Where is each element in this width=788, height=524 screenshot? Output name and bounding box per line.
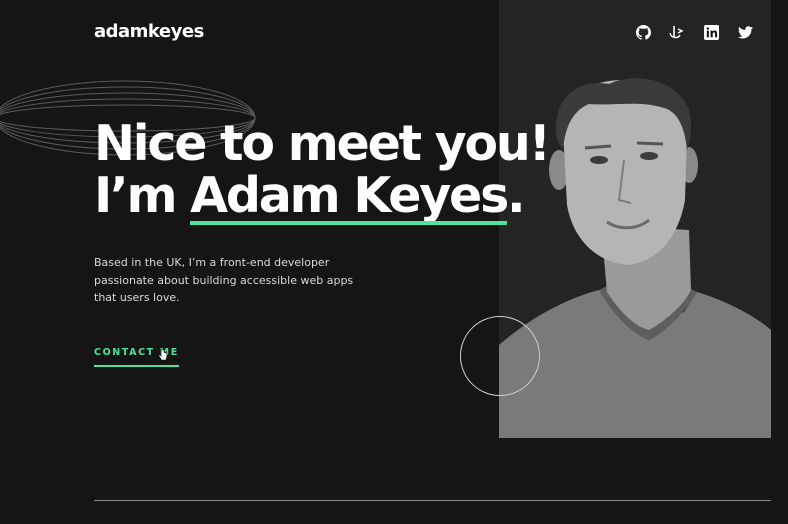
github-icon[interactable]	[635, 24, 652, 41]
linkedin-icon[interactable]	[703, 24, 720, 41]
site-logo[interactable]: adamkeyes	[94, 21, 204, 42]
headline-line-1: Nice to meet you!	[94, 115, 551, 172]
hero-headline: Nice to meet you! I’m Adam Keyes.	[94, 115, 551, 225]
portfolio-page: adamkeyes Nice to meet you! I’m Adam Key…	[0, 0, 788, 524]
frontend-mentor-icon[interactable]	[669, 24, 686, 41]
twitter-icon[interactable]	[737, 24, 754, 41]
hand-cursor-icon	[158, 349, 168, 361]
section-divider	[94, 500, 771, 501]
circle-decoration	[460, 316, 540, 396]
developer-name: Adam Keyes	[190, 167, 509, 225]
social-links	[635, 24, 754, 41]
intro-text: Based in the UK, I’m a front-end develop…	[94, 256, 354, 304]
headline-line-2: I’m Adam Keyes.	[94, 167, 549, 225]
headline-suffix: .	[507, 167, 526, 224]
headline-prefix: I’m	[94, 167, 191, 224]
